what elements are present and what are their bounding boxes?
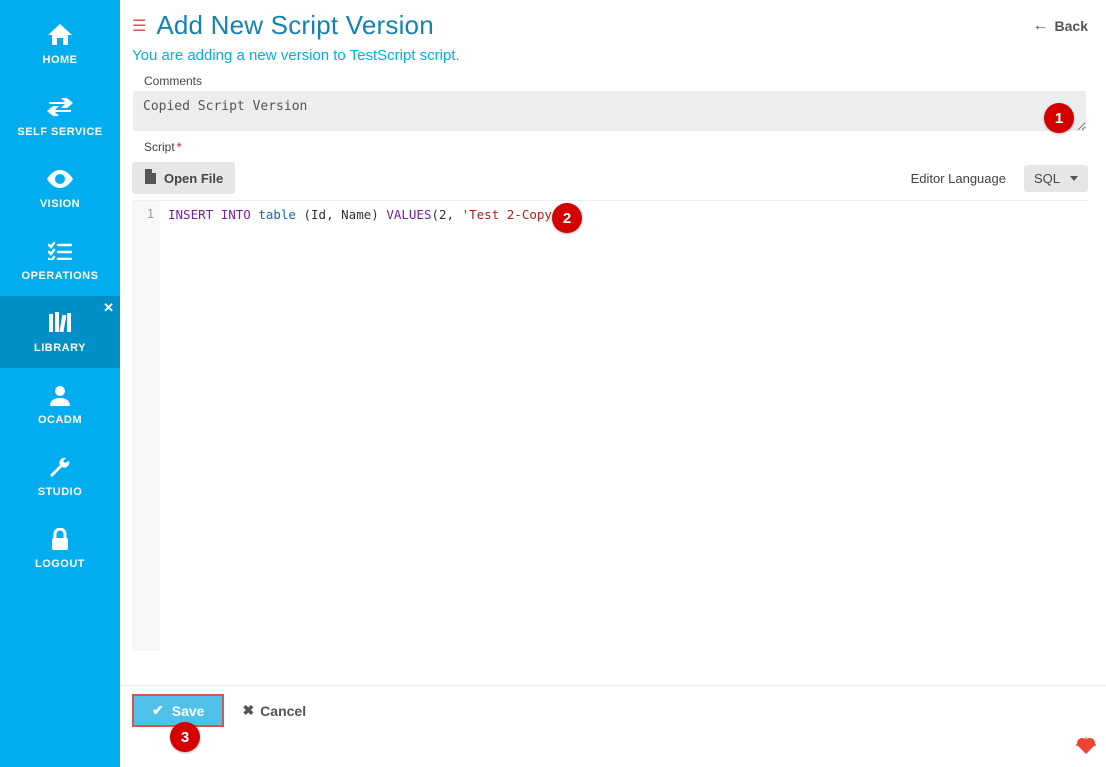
list-check-icon — [48, 238, 72, 264]
heartbeat-icon[interactable] — [1076, 736, 1096, 759]
action-bar: ✔ Save ✖ Cancel 3 — [120, 685, 1106, 767]
menu-icon[interactable]: ☰ — [132, 16, 146, 36]
cancel-button[interactable]: ✖ Cancel — [242, 702, 306, 719]
sidebar-item-ocadm[interactable]: OCADM — [0, 368, 120, 440]
sidebar-item-label: STUDIO — [38, 486, 83, 498]
sidebar: HOME SELF SERVICE VISION OPERATIONS ✕ LI… — [0, 0, 120, 767]
language-select[interactable]: SQL — [1024, 165, 1088, 192]
open-file-label: Open File — [164, 171, 223, 186]
code-area[interactable]: INSERT INTO table (Id, Name) VALUES(2, '… — [160, 201, 1088, 651]
sidebar-item-label: VISION — [40, 198, 80, 210]
arrow-left-icon: ← — [1033, 17, 1049, 35]
books-icon — [47, 310, 73, 336]
check-icon: ✔ — [152, 702, 164, 719]
comments-label: Comments — [144, 74, 1088, 88]
comments-input[interactable]: Copied Script Version — [133, 91, 1086, 131]
scrollable-content[interactable]: ☰ Add New Script Version ← Back You are … — [120, 0, 1106, 685]
wrench-icon — [49, 454, 71, 480]
lock-icon — [50, 526, 70, 552]
close-icon: ✖ — [242, 702, 254, 719]
sidebar-item-library[interactable]: ✕ LIBRARY — [0, 296, 120, 368]
language-value: SQL — [1034, 171, 1060, 186]
editor-language-label: Editor Language — [911, 171, 1006, 186]
home-icon — [47, 22, 73, 48]
page-title: Add New Script Version — [156, 10, 434, 41]
page-subtitle: You are adding a new version to TestScri… — [132, 47, 1088, 64]
save-button[interactable]: ✔ Save — [132, 694, 224, 727]
save-label: Save — [172, 703, 205, 719]
cancel-label: Cancel — [260, 703, 306, 719]
sidebar-item-label: LOGOUT — [35, 558, 85, 570]
editor-gutter: 1 — [132, 201, 160, 651]
file-icon — [144, 169, 156, 187]
swap-icon — [47, 94, 73, 120]
script-label: Script — [144, 140, 175, 154]
sidebar-item-self-service[interactable]: SELF SERVICE — [0, 80, 120, 152]
sidebar-item-operations[interactable]: OPERATIONS — [0, 224, 120, 296]
eye-icon — [46, 166, 74, 192]
sidebar-item-label: OCADM — [38, 414, 82, 426]
sidebar-item-label: LIBRARY — [34, 342, 86, 354]
main-area: ☰ Add New Script Version ← Back You are … — [120, 0, 1106, 767]
sidebar-item-home[interactable]: HOME — [0, 8, 120, 80]
sidebar-item-logout[interactable]: LOGOUT — [0, 512, 120, 584]
open-file-button[interactable]: Open File — [132, 162, 235, 194]
code-editor[interactable]: 1 INSERT INTO table (Id, Name) VALUES(2,… — [132, 200, 1088, 651]
required-star: * — [177, 140, 182, 154]
close-icon[interactable]: ✕ — [103, 300, 114, 316]
chevron-down-icon — [1070, 176, 1078, 181]
sidebar-item-label: SELF SERVICE — [17, 126, 102, 138]
sidebar-item-studio[interactable]: STUDIO — [0, 440, 120, 512]
user-icon — [49, 382, 71, 408]
back-button[interactable]: ← Back — [1033, 17, 1088, 35]
sidebar-item-vision[interactable]: VISION — [0, 152, 120, 224]
sidebar-item-label: OPERATIONS — [22, 270, 99, 282]
sidebar-item-label: HOME — [43, 54, 78, 66]
back-label: Back — [1055, 18, 1088, 34]
